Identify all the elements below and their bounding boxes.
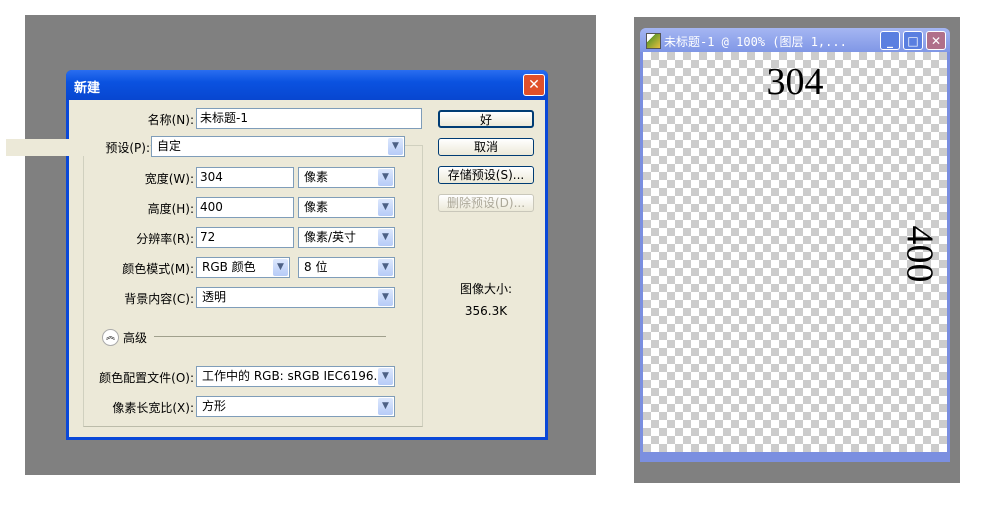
chevron-down-icon: ▼ [378,169,393,186]
preset-label: 预设(P): [6,139,150,156]
advanced-divider [154,336,386,337]
width-input[interactable]: 304 [196,167,294,188]
resolution-input[interactable]: 72 [196,227,294,248]
delete-preset-button: 删除预设(D)... [438,194,534,212]
image-size-value: 356.3K [464,304,508,318]
document-title: 未标题-1 @ 100% (图层 1,... [664,35,847,49]
color-mode-select[interactable]: RGB 颜色 ▼ [196,257,290,278]
document-titlebar[interactable]: 未标题-1 @ 100% (图层 1,... _ □ ✕ [640,28,950,52]
resolution-unit-value: 像素/英寸 [304,230,357,244]
image-size-label: 图像大小: [459,282,513,296]
aspect-select[interactable]: 方形 ▼ [196,396,395,417]
resolution-label: 分辨率(R): [136,232,194,246]
profile-value: 工作中的 RGB: sRGB IEC6196... [202,369,385,383]
maximize-icon[interactable]: □ [903,31,923,50]
height-label: 高度(H): [147,202,194,216]
color-mode-label: 颜色模式(M): [122,262,194,276]
bit-depth-select[interactable]: 8 位 ▼ [298,257,395,278]
background-value: 透明 [202,290,227,304]
profile-select[interactable]: 工作中的 RGB: sRGB IEC6196... ▼ [196,366,395,387]
save-preset-button[interactable]: 存储预设(S)... [438,166,534,184]
minimize-icon[interactable]: _ [880,31,900,50]
canvas-text-width: 304 [766,61,824,103]
background-select[interactable]: 透明 ▼ [196,287,395,308]
height-unit-select[interactable]: 像素 ▼ [298,197,395,218]
chevron-down-icon: ▼ [378,289,393,306]
advanced-toggle-icon[interactable]: ︽ [102,329,119,346]
height-input[interactable]: 400 [196,197,294,218]
height-unit-value: 像素 [304,200,329,214]
advanced-label: 高级 [123,331,148,345]
ok-button[interactable]: 好 [438,110,534,128]
chevron-down-icon: ▼ [378,199,393,216]
dialog-body: 名称(N): 未标题-1 预设(P): 自定 ▼ 宽度(W): 304 像素 ▼ 高… [6,100,545,437]
bit-depth-value: 8 位 [304,260,328,274]
profile-label: 颜色配置文件(O): [99,371,194,385]
dialog-title: 新建 [74,81,101,96]
close-icon[interactable]: ✕ [926,31,946,50]
name-input[interactable]: 未标题-1 [196,108,422,129]
document-canvas[interactable]: 304 400 [643,52,947,452]
preset-select[interactable]: 自定 ▼ [151,136,405,157]
dialog-titlebar[interactable]: 新建 ✕ [66,70,548,100]
close-icon[interactable]: ✕ [523,74,545,96]
document-icon [646,33,661,49]
document-window: 未标题-1 @ 100% (图层 1,... _ □ ✕ 304 400 [640,28,950,462]
chevron-down-icon: ▼ [378,229,393,246]
width-unit-value: 像素 [304,170,329,184]
chevron-down-icon: ▼ [378,368,393,385]
resolution-unit-select[interactable]: 像素/英寸 ▼ [298,227,395,248]
color-mode-value: RGB 颜色 [202,260,256,274]
new-document-dialog: 新建 ✕ 名称(N): 未标题-1 预设(P): 自定 ▼ 宽度(W): 304 … [6,70,548,440]
chevron-down-icon: ▼ [273,259,288,276]
chevron-down-icon: ▼ [388,138,403,155]
background-label: 背景内容(C): [124,292,194,306]
aspect-label: 像素长宽比(X): [112,401,194,415]
name-label: 名称(N): [147,113,194,127]
aspect-value: 方形 [202,399,227,413]
cancel-button[interactable]: 取消 [438,138,534,156]
preset-value: 自定 [157,139,182,153]
canvas-text-height: 400 [898,225,941,283]
width-unit-select[interactable]: 像素 ▼ [298,167,395,188]
chevron-down-icon: ▼ [378,398,393,415]
chevron-down-icon: ▼ [378,259,393,276]
width-label: 宽度(W): [144,172,194,186]
